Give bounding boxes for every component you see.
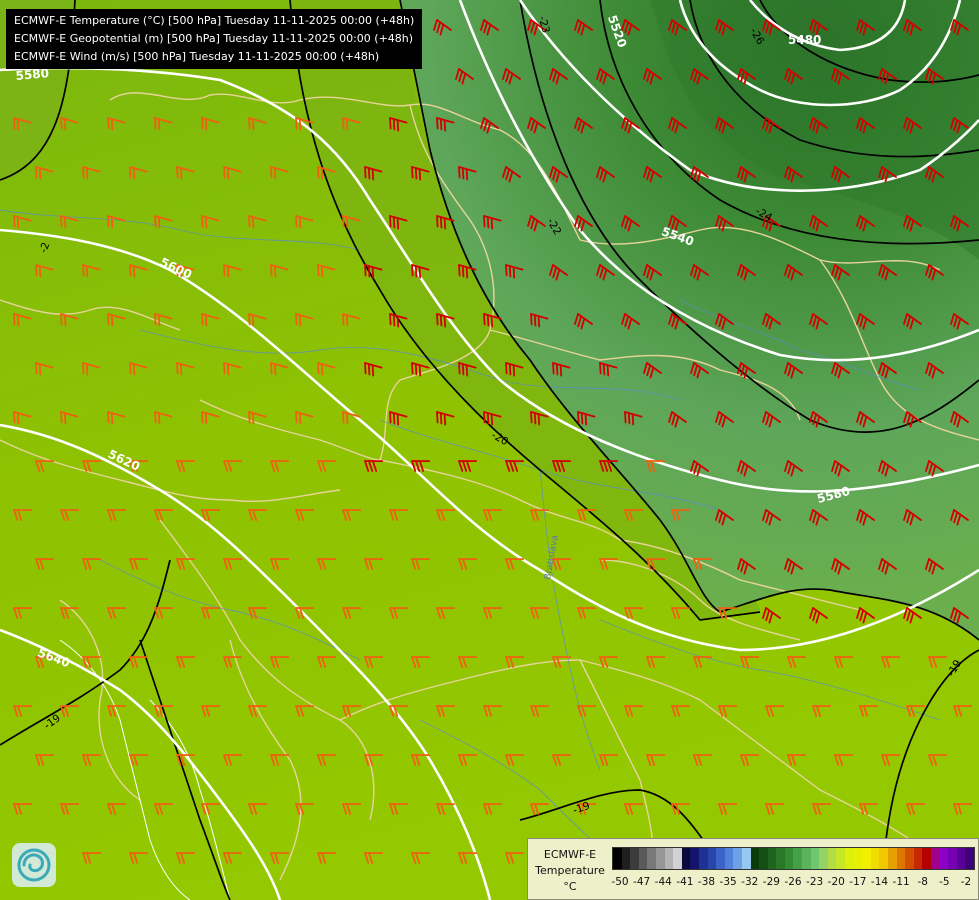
legend-swatch [896, 848, 906, 869]
legend-tick-label: -29 [762, 876, 780, 888]
legend-swatch [810, 848, 820, 869]
legend-tick-label: -5 [939, 876, 950, 888]
legend-swatch [784, 848, 794, 869]
title-wind: ECMWF-E Wind (m/s) [500 hPa] Tuesday 11-… [14, 50, 380, 63]
legend-swatch [621, 848, 631, 869]
legend-swatch [853, 848, 863, 869]
title-temperature: ECMWF-E Temperature (°C) [500 hPa] Tuesd… [14, 14, 415, 27]
legend-tick-label: -17 [849, 876, 867, 888]
legend-swatch [793, 848, 803, 869]
legend-swatch [673, 848, 682, 869]
legend-swatch [802, 848, 811, 869]
legend-swatch [939, 848, 949, 869]
legend-tick-label: -11 [892, 876, 910, 888]
forecast-map: 5480 5520 5540 5580 5600 5620 5640 5580 … [0, 0, 979, 900]
legend-swatch [776, 848, 785, 869]
legend-unit: °C [563, 880, 577, 893]
legend-swatch [905, 848, 914, 869]
legend-swatch [930, 848, 940, 869]
title-geopotential: ECMWF-E Geopotential (m) [500 hPa] Tuesd… [14, 32, 414, 45]
legend-swatch [870, 848, 880, 869]
legend-swatch [845, 848, 854, 869]
weather-map-view: 5480 5520 5540 5580 5600 5620 5640 5580 … [0, 0, 979, 900]
legend-swatch [681, 848, 691, 869]
legend-tick-labels: -50 -47 -44 -41 -38 -35 -32 -29 -26 -23 -20 -17 -14-… [611, 876, 974, 890]
legend-swatch [647, 848, 656, 869]
legend-swatch [948, 848, 957, 869]
legend-tick-label: -50 [611, 876, 629, 888]
legend-swatch [759, 848, 768, 869]
legend-swatch [836, 848, 846, 869]
legend-swatch [724, 848, 734, 869]
legend-swatch [698, 848, 708, 869]
legend-swatch [741, 848, 751, 869]
legend-swatch [613, 848, 622, 869]
legend-tick-label: -35 [719, 876, 737, 888]
legend-tick-label: -14 [870, 876, 889, 888]
legend-tick-label: -38 [697, 876, 716, 888]
legend-tick-label: -26 [784, 876, 802, 888]
legend-tick-label: -47 [633, 876, 651, 888]
legend-swatch [733, 848, 742, 869]
legend-title-model: ECMWF-E [543, 848, 597, 861]
legend-title-variable: Temperature [535, 864, 605, 877]
legend-swatch [630, 848, 639, 869]
legend-swatch [716, 848, 725, 869]
legend-swatch [655, 848, 665, 869]
legend-tick-label: -8 [917, 876, 928, 888]
legend-swatch [965, 848, 974, 869]
legend-tick-label: -44 [654, 876, 672, 888]
legend-swatch [956, 848, 966, 869]
legend-swatch [690, 848, 699, 869]
legend-tick-label: -20 [827, 876, 845, 888]
legend-tick-label: -23 [806, 876, 824, 888]
legend-swatch [819, 848, 828, 869]
legend-swatch [767, 848, 777, 869]
legend-swatch [922, 848, 931, 869]
legend-swatch [638, 848, 648, 869]
legend-swatch [750, 848, 760, 869]
legend-swatch [664, 848, 674, 869]
legend-swatch [707, 848, 717, 869]
legend-swatch [879, 848, 888, 869]
legend-tick-label: -32 [741, 876, 759, 888]
legend-color-scale [612, 847, 975, 870]
legend-swatch [888, 848, 897, 869]
ecmwf-swirl-logo-icon [12, 843, 56, 887]
legend-swatch [862, 848, 871, 869]
contour-label-5480: 5480 [788, 33, 821, 47]
map-title-box: ECMWF-E Temperature (°C) [500 hPa] Tuesd… [6, 9, 423, 69]
legend-swatch [827, 848, 837, 869]
legend-tick-label: -41 [676, 876, 694, 888]
temperature-legend: ECMWF-E Temperature °C -50 -47 -44 -41 -38 -3… [527, 838, 979, 900]
legend-tick-label: -2 [960, 876, 972, 888]
legend-swatch [913, 848, 923, 869]
